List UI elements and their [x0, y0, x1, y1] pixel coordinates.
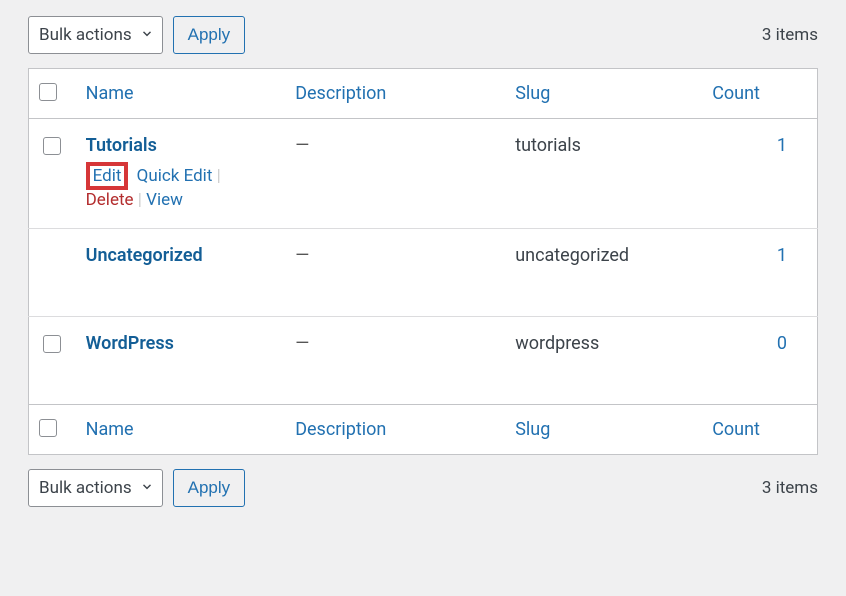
tablenav-bottom: Bulk actions Apply 3 items — [28, 465, 818, 511]
tablenav-top: Bulk actions Apply 3 items — [28, 12, 818, 58]
items-count-top: 3 items — [762, 25, 818, 45]
apply-button-bottom[interactable]: Apply — [173, 469, 246, 507]
bulk-actions-label: Bulk actions — [39, 25, 132, 45]
row-actions: Edit Quick Edit | Delete | View — [86, 162, 276, 210]
slug-value: uncategorized — [515, 245, 629, 266]
bulk-actions-top: Bulk actions Apply — [28, 16, 245, 54]
desc-value: — — [295, 333, 309, 354]
row-title-link[interactable]: Tutorials — [86, 135, 157, 156]
bulk-actions-label: Bulk actions — [39, 478, 132, 498]
separator: | — [217, 166, 221, 186]
select-all-bottom[interactable] — [39, 419, 57, 437]
quick-edit-link[interactable]: Quick Edit — [137, 166, 213, 186]
table-row: Tutorials Edit Quick Edit | Delete | Vie… — [29, 119, 818, 229]
slug-value: wordpress — [515, 333, 599, 354]
row-checkbox[interactable] — [43, 335, 61, 353]
chevron-down-icon — [140, 26, 154, 45]
header-description[interactable]: Description — [285, 69, 505, 119]
header-name[interactable]: Name — [76, 69, 286, 119]
edit-link[interactable]: Edit — [93, 166, 122, 186]
header-slug[interactable]: Slug — [505, 69, 702, 119]
delete-link[interactable]: Delete — [86, 190, 134, 210]
separator: | — [138, 190, 146, 210]
footer-slug[interactable]: Slug — [505, 405, 702, 455]
table-row: Uncategorized — uncategorized 1 — [29, 229, 818, 317]
chevron-down-icon — [140, 479, 154, 498]
footer-name[interactable]: Name — [76, 405, 286, 455]
apply-button-top[interactable]: Apply — [173, 16, 246, 54]
bulk-actions-select[interactable]: Bulk actions — [28, 469, 163, 507]
items-count-bottom: 3 items — [762, 478, 818, 498]
count-link[interactable]: 1 — [777, 245, 787, 266]
row-title-link[interactable]: Uncategorized — [86, 245, 203, 266]
categories-table: Name Description Slug Count Tutorials Ed… — [28, 68, 818, 455]
count-link[interactable]: 0 — [777, 333, 787, 354]
bulk-actions-bottom: Bulk actions Apply — [28, 469, 245, 507]
edit-highlight: Edit — [86, 162, 129, 190]
desc-value: — — [295, 135, 309, 156]
slug-value: tutorials — [515, 135, 581, 156]
table-row: WordPress — wordpress 0 — [29, 317, 818, 405]
header-count[interactable]: Count — [702, 69, 817, 119]
row-title-link[interactable]: WordPress — [86, 333, 174, 354]
footer-description[interactable]: Description — [285, 405, 505, 455]
bulk-actions-select[interactable]: Bulk actions — [28, 16, 163, 54]
row-checkbox[interactable] — [43, 137, 61, 155]
select-all-top[interactable] — [39, 83, 57, 101]
desc-value: — — [295, 245, 309, 266]
count-link[interactable]: 1 — [777, 135, 787, 156]
footer-count[interactable]: Count — [702, 405, 817, 455]
view-link[interactable]: View — [146, 190, 183, 210]
